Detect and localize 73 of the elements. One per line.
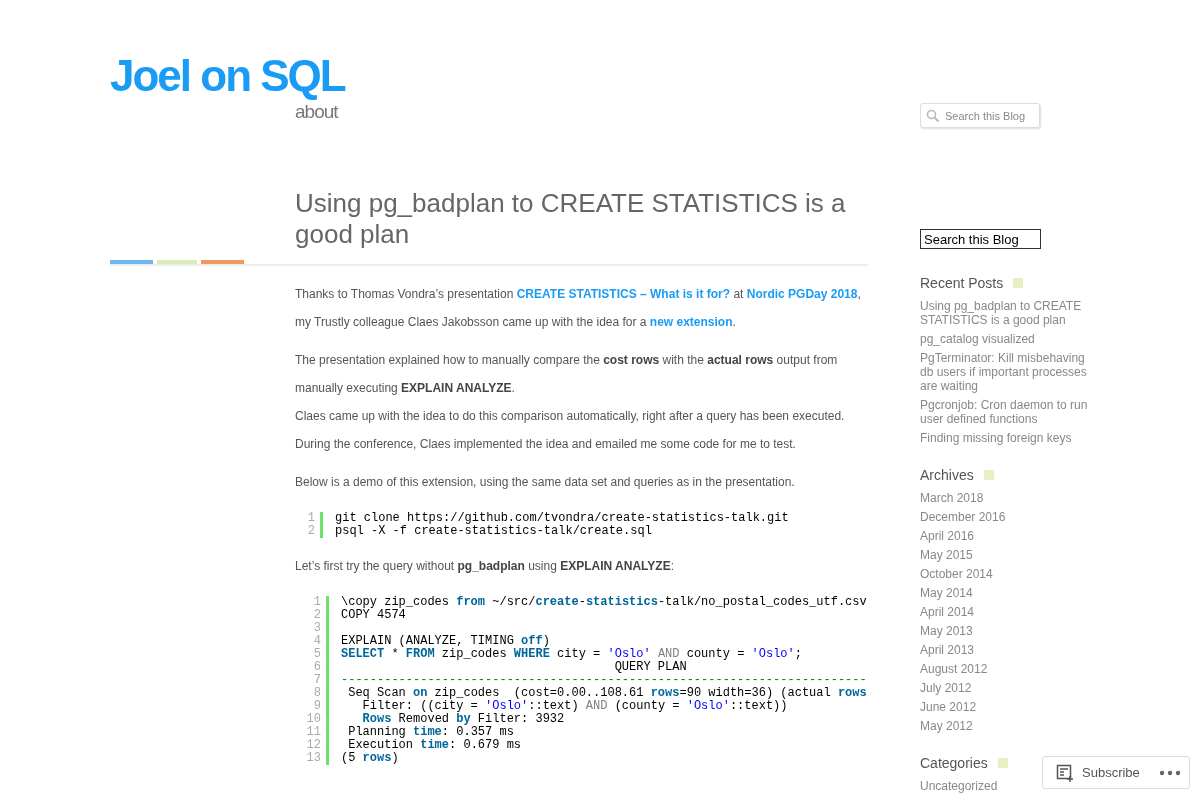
paragraph: Thanks to Thomas Vondra’s presentation CREATE STATISTICS – What is it for? at Nordic PGDay 2018, my Trustly colleague Claes Jakobsson came up with the idea for a new extension. xyxy=(295,286,862,331)
sidebar-link[interactable]: April 2014 xyxy=(920,605,975,619)
paragraph: Let’s first try the query without pg_badplan using EXPLAIN ANALYZE: xyxy=(295,558,676,575)
code-line: COPY 4574 xyxy=(341,608,406,622)
sidebar-link[interactable]: pg_catalog visualized xyxy=(920,332,1035,346)
sidebar-link[interactable]: Pgcronjob: Cron daemon to run user defined functions xyxy=(920,398,1095,426)
paragraph: Claes came up with the idea to do this comparison automatically, right after a query has been executed. xyxy=(295,408,846,425)
code-line: psql -X -f create-statistics-talk/create.sql xyxy=(335,524,652,538)
link[interactable]: CREATE STATISTICS – What is it for? xyxy=(516,287,731,301)
sidebar-link[interactable]: May 2014 xyxy=(920,586,973,600)
code-line: Planning time: 0.357 ms xyxy=(347,725,514,739)
line-number: 12 xyxy=(305,739,321,752)
paragraph: Below is a demo of this extension, using the same data set and queries as in the presentation. xyxy=(295,474,796,491)
sidebar-link[interactable]: August 2012 xyxy=(920,662,988,676)
accent-bar xyxy=(157,260,197,264)
square-icon xyxy=(1013,278,1024,288)
subscribe-button[interactable]: Subscribe xyxy=(1042,756,1190,789)
site-title[interactable]: Joel on SQL xyxy=(110,52,345,100)
code-line: Execution time: 0.679 ms xyxy=(347,738,522,752)
more-icon[interactable] xyxy=(1159,770,1181,776)
post-title: Using pg_badplan to CREATE STATISTICS is a good plan xyxy=(295,188,847,250)
sidebar-link[interactable]: Using pg_badplan to CREATE STATISTICS is a good plan xyxy=(920,299,1095,327)
code-line: Rows Removed by Filter: 3932 xyxy=(361,712,565,726)
line-number: 1 xyxy=(312,596,321,609)
line-number: 1 xyxy=(306,512,315,525)
line-number: 9 xyxy=(312,700,321,713)
line-number: 8 xyxy=(312,687,321,700)
widget-title: Categories xyxy=(920,755,988,771)
link[interactable]: new extension xyxy=(649,315,733,329)
line-number: 13 xyxy=(305,752,321,765)
sidebar-link[interactable]: May 2012 xyxy=(920,719,973,733)
line-number: 10 xyxy=(305,713,321,726)
line-number: 11 xyxy=(305,726,321,739)
sidebar-link[interactable]: December 2016 xyxy=(920,510,1006,524)
sidebar-link[interactable]: May 2013 xyxy=(920,624,973,638)
line-number: 5 xyxy=(312,648,321,661)
reader-icon xyxy=(1056,763,1074,782)
code-line: EXPLAIN (ANALYZE, TIMING off) xyxy=(341,634,550,648)
square-icon xyxy=(983,470,994,480)
code-line: SELECT * FROM zip_codes WHERE city = 'Oslo' AND county = 'Oslo'; xyxy=(341,647,802,661)
sidebar-link[interactable]: October 2014 xyxy=(920,567,993,581)
sidebar-link[interactable]: Uncategorized xyxy=(920,779,998,793)
line-number: 4 xyxy=(312,635,321,648)
widget-title: Archives xyxy=(920,467,974,483)
line-number: 2 xyxy=(312,609,321,622)
code-line: QUERY PLAN xyxy=(613,660,687,674)
line-number: 7 xyxy=(312,674,321,687)
sidebar-link[interactable]: May 2015 xyxy=(920,548,973,562)
nav-link[interactable]: about xyxy=(295,101,338,122)
line-number: 6 xyxy=(312,661,321,674)
sidebar-link[interactable]: April 2013 xyxy=(920,643,975,657)
sidebar-link[interactable]: Finding missing foreign keys xyxy=(920,431,1072,445)
paragraph: The presentation explained how to manually compare the cost rows with the actual rows output from manually executing EXPLAIN ANALYZE. xyxy=(295,352,839,397)
code-line: \copy zip_codes from ~/src/create-statistics-talk/no_postal_codes_utf.csv xyxy=(341,595,867,609)
code-line: Filter: ((city = 'Oslo'::text) AND (county = 'Oslo'::text)) xyxy=(361,699,788,713)
square-icon xyxy=(997,758,1008,768)
search-field[interactable]: Search this Blog xyxy=(920,103,1040,128)
line-number: 2 xyxy=(306,525,315,538)
sidebar-link[interactable]: PgTerminator: Kill misbehaving db users if important processes are waiting xyxy=(920,351,1095,393)
search-field[interactable]: Search this Blog xyxy=(920,229,1041,249)
code-line: Seq Scan on zip_codes (cost=0.00..108.61 rows=90 width=36) (actual rows xyxy=(347,686,867,700)
widget-title: Recent Posts xyxy=(920,275,1004,291)
sidebar-link[interactable]: April 2016 xyxy=(920,529,975,543)
paragraph: During the conference, Claes implemented the idea and emailed me some code for me to test. xyxy=(295,436,797,453)
accent-bar xyxy=(110,260,153,264)
sidebar-link[interactable]: March 2018 xyxy=(920,491,984,505)
code-line: git clone https://github.com/tvondra/create-statistics-talk.git xyxy=(335,511,789,525)
line-number: 3 xyxy=(312,622,321,635)
sidebar-link[interactable]: July 2012 xyxy=(920,681,972,695)
code-line: ------------------------------------------------------------------------- xyxy=(341,673,867,687)
sidebar-link[interactable]: June 2012 xyxy=(920,700,977,714)
accent-bar xyxy=(201,260,244,264)
code-line: (5 rows) xyxy=(341,751,399,765)
